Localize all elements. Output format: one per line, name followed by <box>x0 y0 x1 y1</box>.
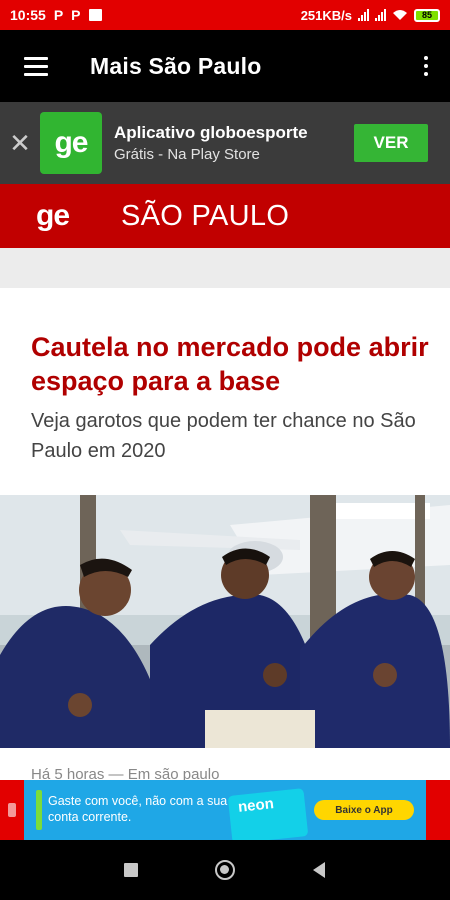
notification-icon: P <box>71 7 81 23</box>
network-speed: 251KB/s <box>300 7 352 23</box>
notification-icon: P <box>53 7 64 23</box>
download-app-button[interactable]: Baixe o App <box>314 800 414 820</box>
close-icon[interactable]: ✕ <box>0 102 40 184</box>
ad-text: Gaste com você, não com a sua conta corr… <box>48 794 228 824</box>
signal-icon <box>375 9 386 21</box>
square-recents-icon[interactable] <box>117 856 145 884</box>
banner-title: Aplicativo globoesporte <box>114 123 308 142</box>
hamburger-menu-icon[interactable] <box>0 30 72 102</box>
more-vert-icon[interactable] <box>402 30 450 102</box>
ad-right-strip <box>426 780 450 840</box>
ad-card[interactable]: Gaste com você, não com a sua conta corr… <box>24 780 426 844</box>
app-bar: Mais São Paulo <box>0 30 450 102</box>
globoesporte-app-icon: ge <box>40 112 102 174</box>
ver-button[interactable]: VER <box>354 124 428 162</box>
article-headline[interactable]: Cautela no mercado pode abrir espaço par… <box>31 330 431 398</box>
status-time: 10:55 <box>10 7 46 23</box>
circle-home-icon[interactable] <box>211 856 239 884</box>
app-install-banner: ✕ ge Aplicativo globoesporte Grátis - Na… <box>0 102 450 184</box>
section-title: SÃO PAULO <box>121 199 290 232</box>
banner-text: Aplicativo globoesporte Grátis - Na Play… <box>114 123 308 163</box>
article-photo[interactable] <box>0 495 450 748</box>
divider-strip <box>0 248 450 288</box>
article-subtitle: Veja garotos que podem ter chance no São… <box>31 410 416 462</box>
article-card[interactable]: Cautela no mercado pode abrir espaço par… <box>0 288 450 780</box>
wifi-icon <box>392 9 408 21</box>
image-notification-icon <box>88 9 102 21</box>
ad-left-strip <box>0 780 24 840</box>
section-header: ge SÃO PAULO <box>0 184 450 248</box>
banner-subtitle: Grátis - Na Play Store <box>114 146 260 163</box>
ge-logo[interactable]: ge <box>36 199 70 233</box>
article-meta: Há 5 horas — Em são paulo <box>31 766 220 780</box>
status-bar: 10:55 P P 251KB/s 85 <box>0 0 450 30</box>
system-nav-bar <box>0 840 450 900</box>
app-title: Mais São Paulo <box>90 52 262 79</box>
triangle-back-icon[interactable] <box>305 856 333 884</box>
battery-icon: 85 <box>414 8 440 22</box>
signal-icon <box>358 9 369 21</box>
bottom-ad-banner[interactable]: Gaste com você, não com a sua conta corr… <box>0 780 450 844</box>
ad-accent <box>36 790 42 830</box>
